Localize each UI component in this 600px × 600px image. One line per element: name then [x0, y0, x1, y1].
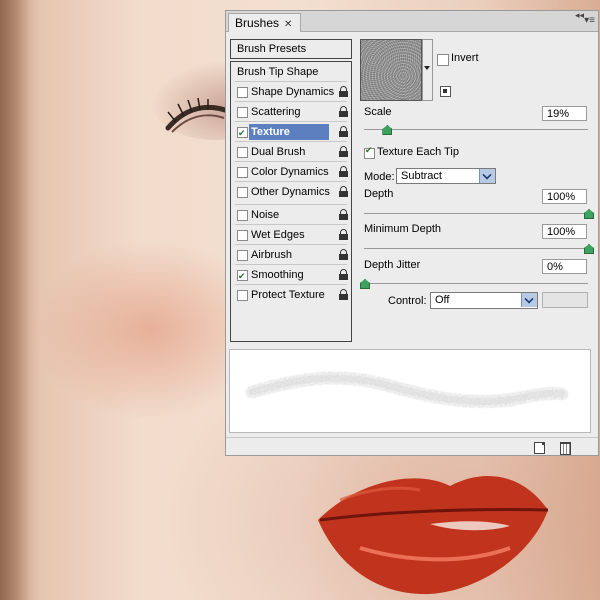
scattering-checkbox[interactable]: [237, 107, 248, 118]
shape-dynamics-label: Shape Dynamics: [251, 86, 335, 98]
scale-input[interactable]: 19%: [542, 106, 587, 121]
protect-texture-checkbox[interactable]: [237, 290, 248, 301]
lock-icon[interactable]: [339, 166, 348, 177]
list-item-shape-dynamics[interactable]: Shape Dynamics: [231, 82, 351, 102]
scale-slider-knob[interactable]: [382, 125, 393, 135]
depth-jitter-input[interactable]: 0%: [542, 259, 587, 274]
control-label: Control:: [388, 295, 427, 307]
texture-label: Texture: [249, 124, 329, 140]
collapse-icon[interactable]: ◂◂: [575, 10, 584, 21]
scale-label: Scale: [364, 106, 392, 118]
airbrush-label: Airbrush: [251, 249, 292, 261]
list-item-smoothing[interactable]: Smoothing: [231, 265, 351, 286]
invert-label: Invert: [451, 52, 479, 64]
control-extra-field: [542, 292, 588, 308]
brush-tip-shape-label: Brush Tip Shape: [237, 66, 319, 78]
list-item-color-dynamics[interactable]: Color Dynamics: [231, 162, 351, 182]
noise-label: Noise: [251, 209, 280, 221]
depth-jitter-slider-knob[interactable]: [360, 279, 370, 289]
tab-brushes-label: Brushes: [235, 16, 280, 30]
list-item-scattering[interactable]: Scattering: [231, 102, 351, 122]
noise-checkbox[interactable]: [237, 210, 248, 221]
brush-presets-button[interactable]: Brush Presets: [230, 39, 352, 59]
control-select[interactable]: Off: [430, 292, 538, 309]
minimum-depth-input[interactable]: 100%: [542, 224, 587, 239]
depth-label: Depth: [364, 188, 394, 200]
depth-slider-knob[interactable]: [584, 209, 594, 219]
depth-jitter-label: Depth Jitter: [364, 259, 421, 271]
minimum-depth-label: Minimum Depth: [364, 223, 442, 235]
depth-jitter-slider[interactable]: [360, 279, 588, 289]
color-dynamics-label: Color Dynamics: [251, 166, 329, 178]
lock-icon[interactable]: [339, 269, 348, 280]
lock-icon[interactable]: [339, 249, 348, 260]
wet-edges-label: Wet Edges: [251, 229, 305, 241]
mode-select-value: Subtract: [401, 170, 442, 182]
other-dynamics-checkbox[interactable]: [237, 187, 248, 198]
chevron-down-icon[interactable]: [521, 293, 537, 307]
smoothing-label: Smoothing: [251, 269, 304, 281]
list-item-other-dynamics[interactable]: Other Dynamics: [231, 182, 351, 202]
list-item-texture[interactable]: Texture: [231, 122, 351, 143]
depth-slider[interactable]: [364, 209, 594, 219]
dual-brush-label: Dual Brush: [251, 146, 306, 158]
minimum-depth-slider-knob[interactable]: [584, 244, 594, 254]
list-item-dual-brush[interactable]: Dual Brush: [231, 142, 351, 162]
wet-edges-checkbox[interactable]: [237, 230, 248, 241]
minimum-depth-slider[interactable]: [364, 244, 594, 254]
list-item-airbrush[interactable]: Airbrush: [231, 245, 351, 265]
brush-settings-list: Brush Tip Shape Shape Dynamics Scatterin…: [230, 61, 352, 342]
new-brush-icon[interactable]: [534, 442, 545, 454]
texture-checkbox[interactable]: [237, 123, 248, 143]
shape-dynamics-checkbox[interactable]: [237, 87, 248, 98]
chevron-down-icon[interactable]: [479, 169, 495, 183]
lock-icon[interactable]: [339, 126, 348, 137]
brush-tip-shape-item[interactable]: Brush Tip Shape: [231, 62, 351, 82]
depth-input[interactable]: 100%: [542, 189, 587, 204]
control-select-value: Off: [435, 294, 450, 306]
pattern-picker-arrow-icon[interactable]: [422, 39, 433, 101]
smoothing-checkbox[interactable]: [237, 266, 248, 286]
brush-stroke-preview-graphic: [245, 371, 569, 409]
texture-pattern-swatch[interactable]: [360, 39, 422, 101]
lock-icon[interactable]: [339, 229, 348, 240]
lock-icon[interactable]: [339, 186, 348, 197]
lock-icon[interactable]: [339, 289, 348, 300]
trash-icon[interactable]: [560, 442, 571, 455]
airbrush-checkbox[interactable]: [237, 250, 248, 261]
lock-icon[interactable]: [339, 106, 348, 117]
protect-texture-label: Protect Texture: [251, 289, 325, 301]
panel-footer: [226, 437, 598, 456]
mode-select[interactable]: Subtract: [396, 168, 496, 184]
dual-brush-checkbox[interactable]: [237, 147, 248, 158]
texture-each-tip-label: Texture Each Tip: [377, 146, 459, 158]
other-dynamics-label: Other Dynamics: [251, 186, 330, 198]
panel-menu-icon[interactable]: ▾≡: [584, 15, 595, 26]
list-item-wet-edges[interactable]: Wet Edges: [231, 225, 351, 245]
invert-checkbox[interactable]: [437, 54, 449, 66]
brushes-panel: Brushes ✕ ◂◂ ▾≡ Brush Presets Brush Tip S…: [225, 10, 599, 456]
texture-each-tip-checkbox[interactable]: [364, 145, 375, 159]
lock-icon[interactable]: [339, 86, 348, 97]
list-item-protect-texture[interactable]: Protect Texture: [231, 285, 351, 305]
new-preset-icon[interactable]: [440, 86, 451, 97]
panel-titlebar: Brushes ✕ ◂◂ ▾≡: [226, 10, 598, 32]
close-icon[interactable]: ✕: [284, 19, 292, 30]
color-dynamics-checkbox[interactable]: [237, 167, 248, 178]
lock-icon[interactable]: [339, 146, 348, 157]
mode-label: Mode:: [364, 171, 395, 183]
lock-icon[interactable]: [339, 209, 348, 220]
list-item-noise[interactable]: Noise: [231, 205, 351, 225]
scattering-label: Scattering: [251, 106, 301, 118]
scale-slider[interactable]: [364, 125, 588, 135]
brush-stroke-preview: [229, 349, 591, 433]
tab-brushes[interactable]: Brushes ✕: [228, 13, 302, 32]
